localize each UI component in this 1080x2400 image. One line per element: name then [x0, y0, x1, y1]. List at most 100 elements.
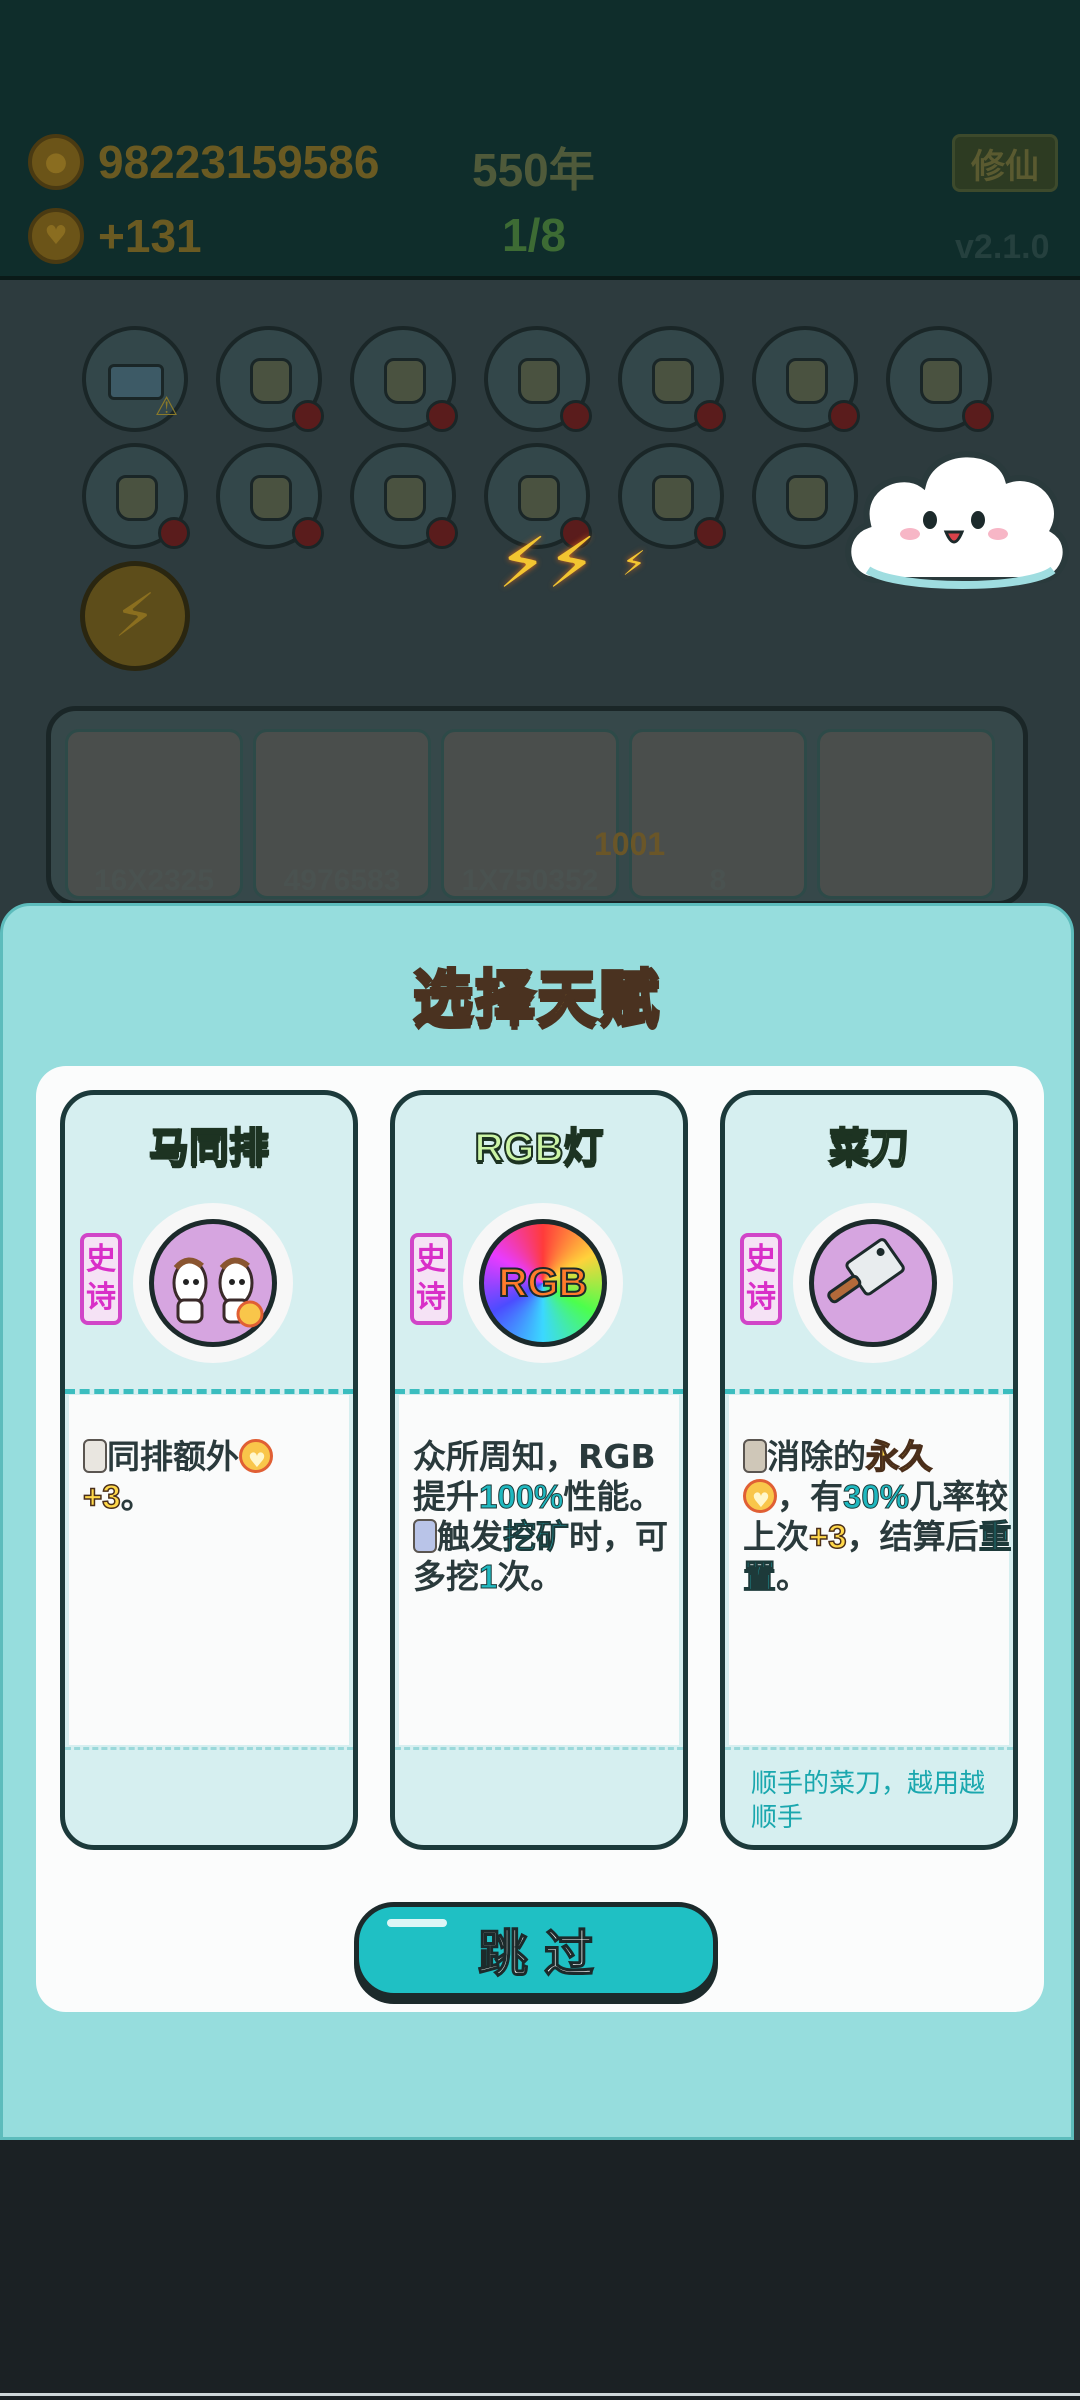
hand-card[interactable]: 1X750352 [441, 729, 619, 899]
talent-icon-frame: RGB [463, 1203, 623, 1363]
remove-icon[interactable] [292, 517, 324, 549]
remove-icon[interactable] [292, 400, 324, 432]
robot-mini-icon [743, 1438, 767, 1473]
hand-card[interactable]: 8 [629, 729, 807, 899]
hand-card-empty[interactable] [817, 729, 995, 899]
coin-amount: 98223159586 [98, 136, 380, 188]
divider [395, 1747, 683, 1750]
hand-card-value: 16X2325 [93, 864, 215, 897]
heart-coin-icon: ♥ [28, 208, 84, 264]
small-lightning-icon: ⚡ [622, 544, 646, 584]
button-shine [387, 1919, 447, 1927]
hand-card[interactable]: 16X2325 [65, 729, 243, 899]
rarity-badge: 史诗 [410, 1233, 452, 1325]
bottom-bar [0, 2140, 1080, 2400]
board-slot-bag[interactable] [350, 443, 458, 549]
hand-card-row: 16X2325 4976583 1X750352 8 [46, 706, 1028, 906]
board-slot-plant[interactable] [350, 326, 458, 432]
divider [725, 1389, 1013, 1394]
remove-icon[interactable] [426, 517, 458, 549]
plant-icon [250, 475, 292, 521]
income-counter: ♥ +131 [28, 208, 202, 264]
talent-icon-frame [133, 1203, 293, 1363]
cleaver-icon [809, 1219, 937, 1347]
board-slot-bag[interactable] [618, 326, 726, 432]
heart-coin-icon [239, 1438, 273, 1480]
hand-card-value: 4976583 [283, 864, 401, 897]
talent-card-horse[interactable]: 马同排 史诗 同排额外♥ +3。 [60, 1090, 358, 1850]
card-side-value: 1001 [594, 826, 666, 862]
horse-mini-icon [83, 1438, 107, 1473]
bag-icon [786, 358, 828, 404]
rgb-light-icon: RGB [479, 1219, 607, 1347]
plant-icon [920, 358, 962, 404]
remove-icon[interactable] [560, 400, 592, 432]
remove-icon[interactable] [694, 517, 726, 549]
remove-icon[interactable] [962, 400, 994, 432]
version-label: v2.1.0 [955, 228, 1050, 266]
board-slot-bag[interactable] [618, 443, 726, 549]
home-indicator [0, 2393, 1080, 2396]
remove-icon[interactable] [828, 400, 860, 432]
bag-icon [116, 475, 158, 521]
talent-description: 众所周知，RGB提升100%性能。触发挖矿时，可多挖1次。 [413, 1437, 668, 1596]
bag-icon [384, 475, 426, 521]
talent-card-rgb[interactable]: RGB灯 史诗 RGB 众所周知，RGB提升100%性能。触发挖矿时，可多挖1次… [390, 1090, 688, 1850]
bag-icon [652, 358, 694, 404]
board-slot-plant[interactable] [216, 443, 324, 549]
talent-flavor-text: 顺手的菜刀，越用越顺手 [751, 1769, 986, 1833]
modal-title: 选择天赋 [412, 964, 661, 1034]
remove-icon[interactable] [158, 517, 190, 549]
talent-description: 同排额外+3。 [82, 1437, 353, 1517]
progress-row: 1/8 [502, 208, 566, 262]
talent-desc-area: 众所周知，RGB提升100%性能。触发挖矿时，可多挖1次。 [399, 1395, 679, 1745]
board-slot-plant[interactable] [484, 326, 592, 432]
talent-desc-area: 消除的永久，有30%几率较上次+3，结算后重置。 [729, 1395, 1012, 1745]
coin-icon: ● [28, 134, 84, 190]
pickaxe-mini-icon [413, 1518, 437, 1553]
hand-card-value: 1X750352 [461, 864, 599, 897]
divider [65, 1747, 353, 1750]
divider [725, 1747, 1013, 1750]
board-slot-bag[interactable] [82, 443, 190, 549]
board-slot-plant[interactable] [886, 326, 994, 432]
talent-name: RGB灯 [474, 1125, 605, 1171]
plant-icon [518, 358, 560, 404]
lightning-slot[interactable]: ⚡ [80, 561, 190, 671]
remove-icon[interactable] [694, 400, 726, 432]
plant-icon [786, 475, 828, 521]
lightning-icon: ⚡ [113, 581, 157, 651]
talent-desc-area: 同排额外+3。 [69, 1395, 349, 1745]
board-slot-bag[interactable] [752, 326, 860, 432]
board-slot-printer[interactable]: ⚠ [82, 326, 188, 432]
skip-button[interactable]: 跳过 [354, 1902, 718, 1998]
lightning-effect-icon: ⚡⚡ [498, 522, 597, 604]
talent-name: 菜刀 [828, 1125, 910, 1171]
rarity-badge: 史诗 [740, 1233, 782, 1325]
talent-description: 消除的永久，有30%几率较上次+3，结算后重置。 [743, 1437, 1013, 1597]
plant-icon [518, 475, 560, 521]
years-row: 550年 [472, 134, 595, 200]
bag-icon [250, 358, 292, 404]
income-amount: +131 [98, 210, 202, 262]
top-hud: ● 98223159586 ♥ +131 550年 1/8 修仙 v2.1.0 [0, 0, 1080, 280]
modal-panel: 马同排 史诗 同排额外♥ +3。 RGB灯 史诗 RGB 众所周知，RGB提升1… [36, 1066, 1044, 2012]
divider [395, 1389, 683, 1394]
plant-icon [384, 358, 426, 404]
bag-icon [652, 475, 694, 521]
talent-icon-frame [793, 1203, 953, 1363]
hand-card[interactable]: 4976583 [253, 729, 431, 899]
xiuxian-button[interactable]: 修仙 [952, 134, 1058, 192]
talent-name: 马同排 [148, 1125, 270, 1171]
talent-card-cleaver[interactable]: 菜刀 史诗 消除的永久，有30%几率较上次+3，结算后重置。 [720, 1090, 1018, 1850]
board-slot-bag[interactable] [216, 326, 324, 432]
hand-card-value: 8 [709, 864, 727, 897]
cloud-mascot-icon [845, 451, 1069, 589]
years-label: 550年 [472, 144, 595, 196]
divider [65, 1389, 353, 1394]
twin-horse-icon [149, 1219, 277, 1347]
remove-icon[interactable] [426, 400, 458, 432]
rarity-badge: 史诗 [80, 1233, 122, 1325]
coin-counter: ● 98223159586 [28, 134, 379, 190]
heart-coin-icon [743, 1478, 777, 1520]
